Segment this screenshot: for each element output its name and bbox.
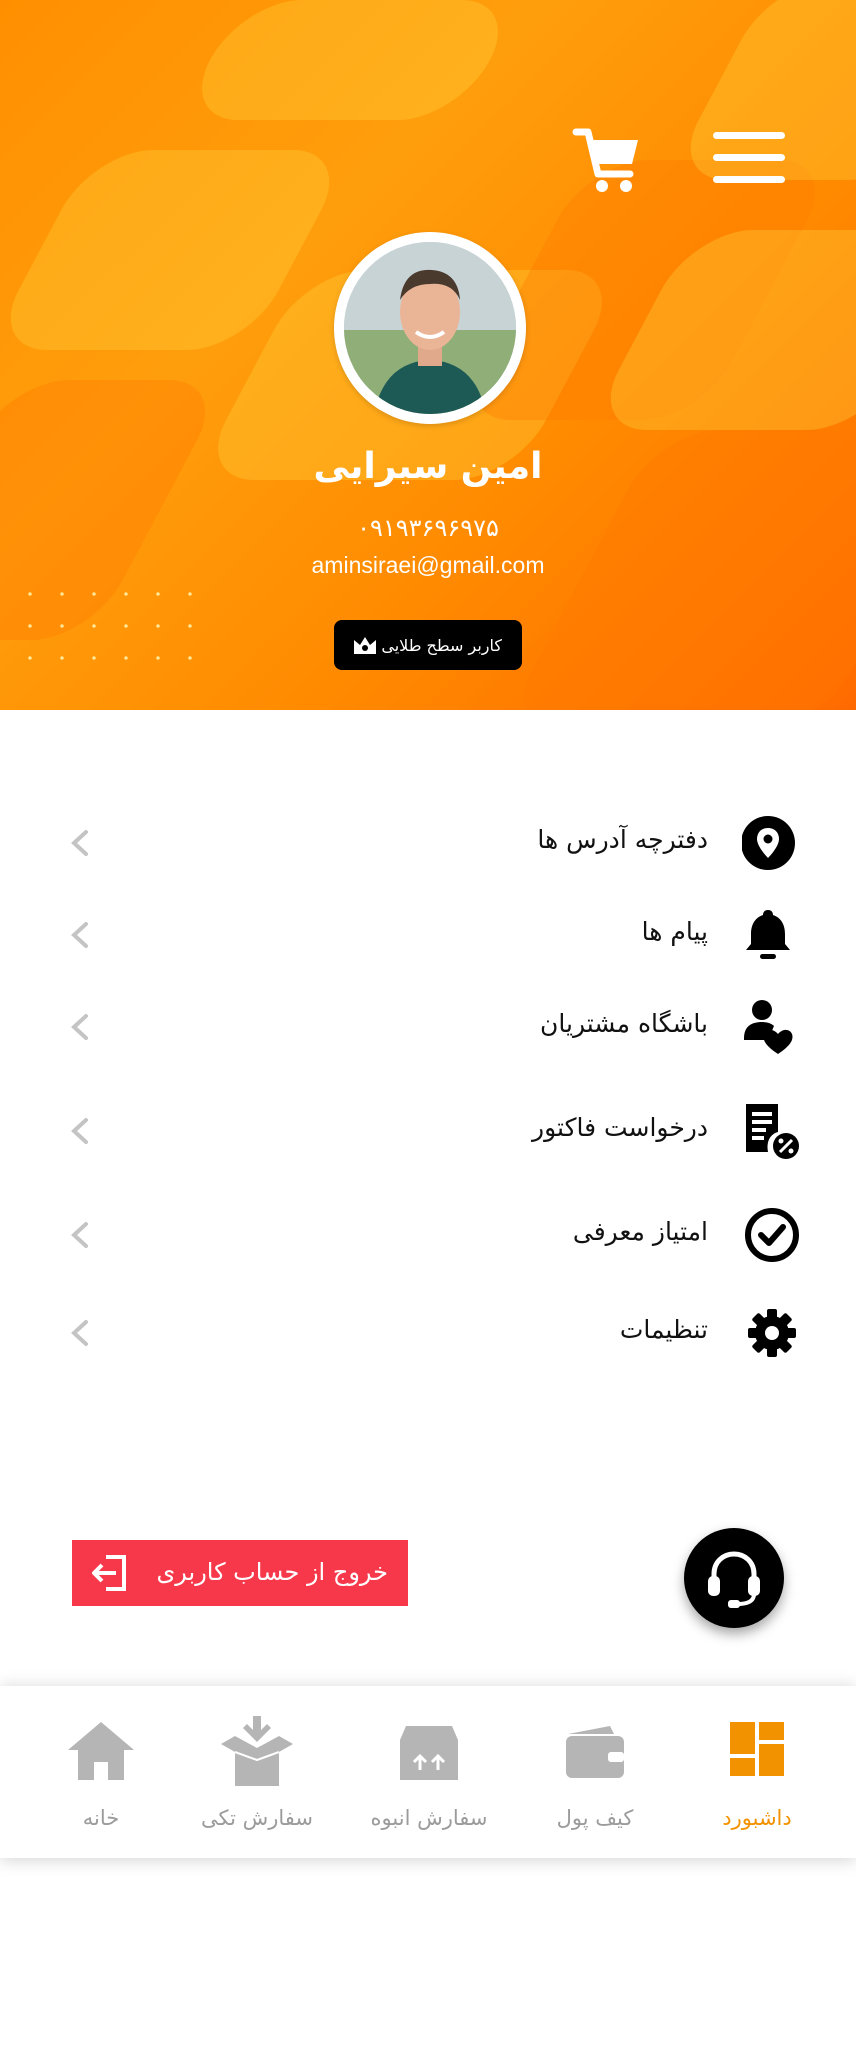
menu-item-label: امتیاز معرفی (572, 1217, 708, 1246)
menu-item-label: پیام ها (641, 917, 708, 946)
menu-item-label: تنظیمات (619, 1315, 708, 1344)
avatar-photo (344, 242, 516, 414)
hamburger-icon-line (713, 154, 785, 161)
logout-icon (92, 1555, 126, 1591)
chevron-left-icon (71, 1014, 88, 1040)
menu-item-messages[interactable]: پیام ها (60, 900, 800, 970)
user-name: امین سیرایی (313, 446, 543, 487)
gear-icon (748, 1309, 796, 1357)
menu-item-addresses[interactable]: دفترچه آدرس ها (60, 808, 800, 878)
user-email: aminsiraei@gmail.com (311, 552, 545, 578)
nav-label: داشبورد (722, 1806, 792, 1830)
menu-button[interactable] (713, 132, 785, 188)
bg-dots (14, 578, 214, 688)
menu-item-invoice-request[interactable]: درخواست فاکتور (60, 1096, 800, 1166)
bulk-box-icon (400, 1726, 458, 1780)
chevron-left-icon (71, 1222, 88, 1248)
chevron-left-icon (71, 922, 88, 948)
bg-shape (178, 0, 522, 120)
chevron-left-icon (71, 1320, 88, 1346)
box-icon (221, 1716, 293, 1786)
check-circle-icon (745, 1208, 799, 1262)
nav-label: کیف پول (556, 1806, 634, 1830)
location-pin-icon (742, 816, 795, 870)
nav-label: خانه (82, 1806, 120, 1830)
nav-dashboard[interactable]: داشبورد (682, 1686, 832, 1858)
hamburger-icon-line (713, 176, 785, 183)
profile-header: امین سیرایی ۰۹۱۹۳۶۹۶۹۷۵ aminsiraei@gmail… (0, 0, 856, 710)
menu-item-customer-club[interactable]: باشگاه مشتریان (60, 992, 800, 1062)
badge-label: کاربر سطح طلایی (381, 635, 502, 655)
wallet-icon (566, 1726, 624, 1778)
chevron-left-icon (71, 830, 88, 856)
nav-bulk-order[interactable]: سفارش انبوه (354, 1686, 504, 1858)
avatar[interactable] (334, 232, 526, 424)
dashboard-icon (730, 1722, 784, 1776)
headset-icon (708, 1551, 760, 1608)
nav-label: سفارش تکی (200, 1806, 313, 1830)
user-level-badge: کاربر سطح طلایی (334, 620, 522, 670)
cart-icon (572, 128, 638, 192)
menu-item-settings[interactable]: تنظیمات (60, 1298, 800, 1368)
invoice-icon (746, 1104, 799, 1159)
bottom-navigation: خانه سفارش تکی سفارش انبوه کیف پول داشبو… (0, 1686, 856, 1858)
nav-single-order[interactable]: سفارش تکی (182, 1686, 332, 1858)
nav-home[interactable]: خانه (26, 1686, 176, 1858)
customer-club-icon (744, 1000, 793, 1054)
menu-item-label: درخواست فاکتور (532, 1113, 708, 1142)
hamburger-icon (713, 132, 785, 139)
menu-item-referral-points[interactable]: امتیاز معرفی (60, 1200, 800, 1270)
cart-button[interactable] (572, 126, 642, 196)
bell-icon (746, 910, 790, 959)
logout-button[interactable]: خروج از حساب کاربری (72, 1540, 408, 1606)
home-icon (68, 1722, 134, 1780)
nav-label: سفارش انبوه (370, 1806, 488, 1830)
user-phone: ۰۹۱۹۳۶۹۶۹۷۵ (357, 514, 499, 542)
nav-wallet[interactable]: کیف پول (520, 1686, 670, 1858)
menu-item-label: دفترچه آدرس ها (537, 825, 708, 854)
chevron-left-icon (71, 1118, 88, 1144)
crown-icon (354, 637, 376, 654)
menu-item-label: باشگاه مشتریان (540, 1009, 708, 1038)
support-button[interactable] (684, 1528, 784, 1628)
logout-label: خروج از حساب کاربری (156, 1558, 389, 1586)
